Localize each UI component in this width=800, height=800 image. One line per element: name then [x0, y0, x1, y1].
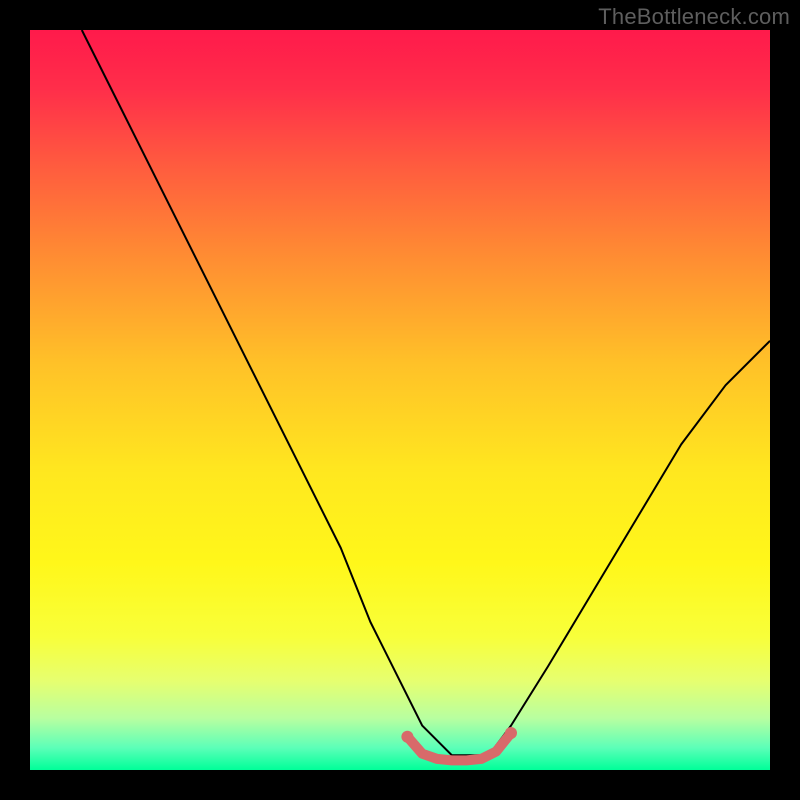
series-flat-bottom-marker-endpoint	[401, 731, 413, 743]
bottleneck-chart	[30, 30, 770, 770]
watermark-text: TheBottleneck.com	[598, 4, 790, 30]
series-flat-bottom-marker-endpoint	[505, 727, 517, 739]
chart-frame: TheBottleneck.com	[0, 0, 800, 800]
gradient-background	[30, 30, 770, 770]
